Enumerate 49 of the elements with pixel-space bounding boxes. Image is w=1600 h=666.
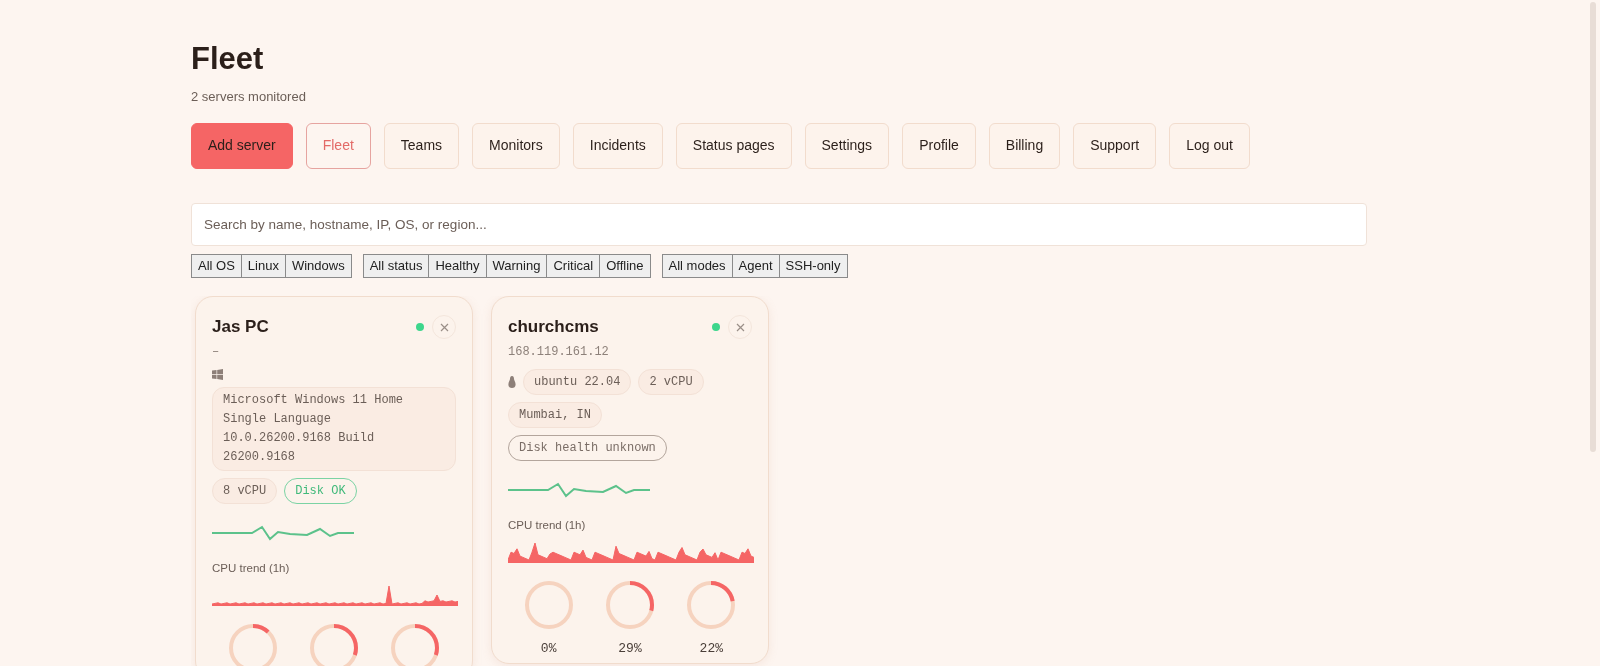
filter-button[interactable]: Warning: [485, 254, 548, 279]
page-title: Fleet: [191, 40, 265, 78]
gauge-reading: 22%: [699, 640, 723, 659]
nav-button[interactable]: Status pages: [675, 122, 792, 169]
server-tag: ubuntu 22.04: [523, 369, 632, 396]
nav-button[interactable]: Teams: [383, 122, 460, 169]
server-tag: 2 vCPU: [638, 369, 704, 396]
filter-button[interactable]: Windows: [284, 254, 352, 279]
nav-button[interactable]: Settings: [804, 122, 890, 169]
filter-button[interactable]: Critical: [546, 254, 601, 279]
filter-button[interactable]: All modes: [661, 254, 733, 279]
filter-button[interactable]: Healthy: [428, 254, 487, 279]
nav-button[interactable]: Billing: [988, 122, 1061, 169]
page-subtitle: 2 servers monitored: [191, 88, 307, 107]
nav-button[interactable]: Incidents: [572, 122, 663, 169]
gauge-ring: [685, 579, 738, 632]
filter-button[interactable]: Linux: [240, 254, 286, 279]
server-address: –: [212, 344, 221, 362]
gauge-ring: [522, 579, 575, 632]
os-details: Microsoft Windows 11 Home Single Language 10.0.26200.9168 Build 26200.9168: [212, 387, 456, 472]
server-tag: 8 vCPU: [212, 478, 278, 505]
gauge-reading: 0%: [540, 640, 557, 659]
nav-button[interactable]: Monitors: [472, 122, 560, 169]
close-icon[interactable]: [432, 315, 456, 340]
gauge-reading: 29%: [618, 640, 642, 659]
scrollbar-thumb[interactable]: [1590, 2, 1596, 452]
chart-label: CPU trend (1h): [212, 561, 291, 577]
server-name: Jas PC: [212, 317, 270, 338]
gauge-ring: [389, 622, 442, 666]
penguin-icon: [508, 376, 516, 389]
chart-label: CPU trend (1h): [508, 518, 587, 534]
windows-logo-icon: [212, 369, 223, 381]
gauge-ring: [308, 622, 360, 666]
server-name: churchcms: [508, 317, 600, 338]
gauge-ring: [226, 622, 279, 666]
close-icon[interactable]: [728, 315, 752, 340]
nav-button[interactable]: Support: [1073, 122, 1157, 169]
nav-button[interactable]: Profile: [902, 122, 976, 169]
gauge-ring: [604, 579, 656, 632]
search-field[interactable]: Search by name, hostname, IP, OS, or region...: [191, 202, 1367, 247]
filter-button[interactable]: All OS: [191, 254, 242, 279]
filter-button[interactable]: All status: [362, 254, 430, 279]
filter-button[interactable]: Offline: [599, 254, 651, 279]
filter-button[interactable]: SSH-only: [778, 254, 848, 279]
filter-button[interactable]: Agent: [731, 254, 780, 279]
server-tag: Mumbai, IN: [508, 402, 602, 429]
add-server-button[interactable]: Add server: [191, 122, 293, 169]
server-address: 168.119.161.12: [508, 344, 610, 362]
nav-button[interactable]: Log out: [1169, 122, 1250, 169]
